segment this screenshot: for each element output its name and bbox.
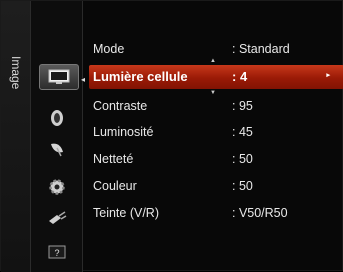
support-icon[interactable]: ? <box>45 241 69 263</box>
menu-item-contraste[interactable]: Contraste : 95 <box>89 94 343 118</box>
menu-item-value: : Standard <box>232 42 290 56</box>
menu-item-label: Mode <box>93 42 125 56</box>
scroll-up-icon[interactable]: ▲ <box>210 58 216 64</box>
menu-item-value: : 50 <box>232 152 253 166</box>
menu-item-label: Netteté <box>93 152 134 166</box>
menu-item-label: Teinte (V/R) <box>93 206 159 220</box>
menu-item-luminosite[interactable]: Luminosité : 45 <box>89 120 343 144</box>
menu-item-mode[interactable]: Mode : Standard <box>89 37 343 61</box>
menu-item-label: Contraste <box>93 99 148 113</box>
menu-item-label: Couleur <box>93 179 137 193</box>
menu-item-label: Luminosité <box>93 125 154 139</box>
menu-item-label: Lumière cellule <box>93 69 188 84</box>
input-icon[interactable] <box>45 208 69 230</box>
menu-item-value: : 45 <box>232 125 253 139</box>
menu-item-value: : 4 <box>232 69 248 84</box>
active-pointer-icon: ◂ <box>81 75 86 84</box>
setup-icon[interactable] <box>45 176 69 198</box>
menu-item-value: : V50/R50 <box>232 206 288 220</box>
menu-item-teinte[interactable]: Teinte (V/R) : V50/R50 <box>89 201 343 225</box>
icon-column: ◂ ? <box>31 1 86 272</box>
menu-item-couleur[interactable]: Couleur : 50 <box>89 174 343 198</box>
sound-icon[interactable] <box>45 107 69 129</box>
menu-item-value: : 50 <box>232 179 253 193</box>
osd-menu: Image ◂ ? Mode: Standard ▲ Lumière cell… <box>0 0 343 272</box>
menu-item-value: : 95 <box>232 99 253 113</box>
category-column: Image <box>1 1 31 272</box>
help-glyph: ? <box>54 248 59 258</box>
menu-item-lumiere-cellule[interactable]: Lumière cellule : 4 ▸ <box>89 65 343 89</box>
category-label: Image <box>9 56 23 90</box>
submenu-arrow-icon: ▸ <box>326 72 330 79</box>
channel-icon[interactable] <box>45 138 69 160</box>
menu-item-nettete[interactable]: Netteté : 50 <box>89 147 343 171</box>
picture-icon[interactable] <box>39 64 79 90</box>
